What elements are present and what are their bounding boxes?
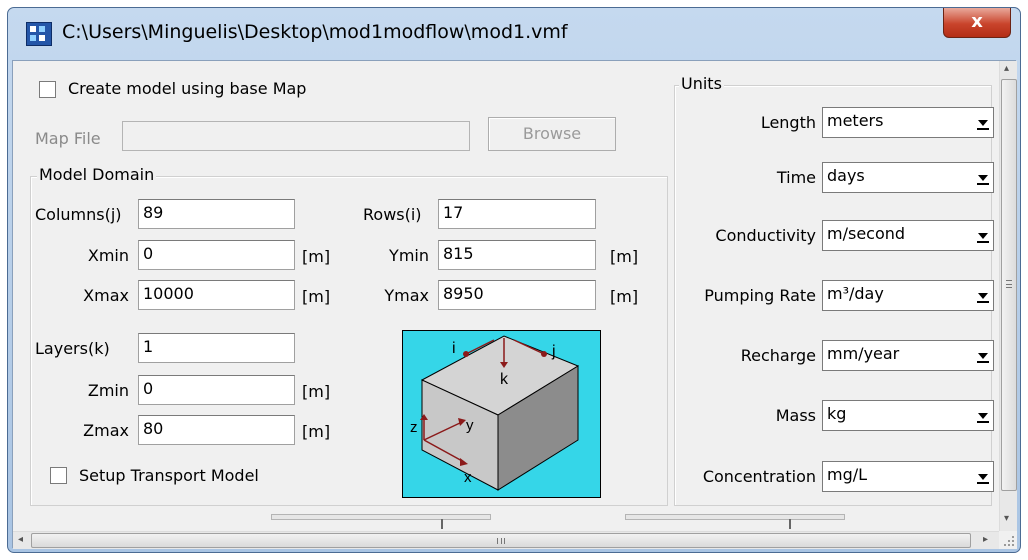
ymin-label: Ymin (389, 246, 429, 265)
units-length-label: Length (760, 113, 816, 132)
y-axis-label: y (466, 417, 474, 434)
horizontal-scroll-thumb[interactable] (31, 533, 971, 548)
vertical-scrollbar[interactable]: ▴ ▾ (999, 61, 1017, 531)
vertical-scroll-thumb[interactable] (1001, 79, 1017, 491)
model-domain-title: Model Domain (37, 165, 157, 184)
rows-input[interactable]: 17 (438, 199, 596, 229)
units-concentration-label: Concentration (702, 467, 816, 486)
ymin-input[interactable]: 815 (438, 240, 596, 270)
units-time-value: days (827, 166, 865, 185)
vertical-grip-icon (1006, 280, 1012, 288)
dialog-client-area: Create model using base Map Map File Bro… (12, 60, 1017, 549)
dropdown-arrow-icon[interactable] (973, 221, 993, 250)
window-title: C:\Users\Minguelis\Desktop\mod1modflow\m… (62, 21, 568, 43)
xmax-unit: [m] (302, 287, 331, 306)
scroll-down-arrow-icon[interactable]: ▾ (1004, 513, 1009, 524)
units-pumping-rate-label: Pumping Rate (704, 286, 816, 305)
units-length-select[interactable]: meters (822, 107, 994, 138)
close-icon: x (971, 11, 983, 32)
create-base-map-checkbox[interactable] (39, 81, 56, 98)
units-recharge-select[interactable]: mm/year (822, 340, 994, 371)
slider-track-left[interactable] (271, 514, 491, 520)
slider-tick-right (789, 519, 791, 529)
units-concentration-value: mg/L (827, 465, 868, 484)
units-conductivity-select[interactable]: m/second (822, 220, 994, 251)
ymax-label: Ymax (384, 286, 429, 305)
rows-label: Rows(i) (363, 205, 422, 224)
units-conductivity-value: m/second (827, 224, 906, 243)
units-title: Units (679, 74, 724, 93)
horizontal-grip-icon (497, 538, 505, 544)
dropdown-arrow-icon[interactable] (973, 108, 993, 137)
xmax-input[interactable]: 10000 (138, 280, 295, 310)
size-grip-icon[interactable] (999, 531, 1017, 549)
columns-label: Columns(j) (35, 205, 122, 224)
zmax-input[interactable]: 80 (138, 415, 295, 445)
app-icon (26, 22, 52, 46)
layers-label: Layers(k) (35, 339, 110, 358)
slider-track-right[interactable] (625, 514, 845, 520)
dropdown-arrow-icon[interactable] (973, 401, 993, 430)
application-window: C:\Users\Minguelis\Desktop\mod1modflow\m… (7, 7, 1021, 553)
units-recharge-label: Recharge (740, 346, 816, 365)
zmin-unit: [m] (302, 382, 331, 401)
map-file-label: Map File (35, 129, 101, 148)
units-mass-value: kg (827, 404, 847, 423)
xmax-label: Xmax (83, 286, 129, 305)
title-bar[interactable]: C:\Users\Minguelis\Desktop\mod1modflow\m… (8, 8, 1020, 60)
scroll-left-arrow-icon[interactable]: ◂ (18, 534, 23, 545)
units-time-label: Time (776, 168, 816, 187)
k-axis-label: k (500, 371, 509, 388)
create-base-map-label: Create model using base Map (68, 79, 307, 98)
units-pumping-rate-value: m³/day (827, 284, 884, 303)
scroll-up-arrow-icon[interactable]: ▴ (1004, 63, 1009, 74)
j-axis-label: j (551, 343, 556, 360)
zmax-label: Zmax (83, 421, 129, 440)
j-axis-arrowhead (541, 351, 547, 357)
units-mass-select[interactable]: kg (822, 400, 994, 431)
ymax-unit: [m] (610, 287, 639, 306)
horizontal-scrollbar[interactable]: ◂ ▸ (13, 531, 999, 549)
units-time-select[interactable]: days (822, 162, 994, 193)
zmax-unit: [m] (302, 422, 331, 441)
layers-input[interactable]: 1 (138, 333, 295, 363)
columns-input[interactable]: 89 (138, 199, 295, 229)
setup-transport-checkbox[interactable] (50, 467, 67, 484)
grid-axes-diagram: i j k z y x (402, 330, 601, 498)
x-axis-label: x (464, 469, 472, 486)
units-concentration-select[interactable]: mg/L (822, 461, 994, 492)
dropdown-arrow-icon[interactable] (973, 163, 993, 192)
zmin-label: Zmin (87, 381, 129, 400)
xmin-input[interactable]: 0 (138, 240, 295, 270)
scroll-right-arrow-icon[interactable]: ▸ (983, 534, 988, 545)
dropdown-arrow-icon[interactable] (973, 281, 993, 310)
z-axis-label: z (410, 419, 418, 436)
units-pumping-rate-select[interactable]: m³/day (822, 280, 994, 311)
slider-tick-left (441, 519, 443, 529)
i-axis-label: i (452, 340, 456, 357)
units-conductivity-label: Conductivity (715, 226, 816, 245)
browse-button[interactable]: Browse (488, 117, 616, 151)
i-axis-arrowhead (463, 351, 469, 357)
ymax-input[interactable]: 8950 (438, 280, 596, 310)
xmin-label: Xmin (87, 246, 129, 265)
zmin-input[interactable]: 0 (138, 375, 295, 405)
dropdown-arrow-icon[interactable] (973, 341, 993, 370)
xmin-unit: [m] (302, 247, 331, 266)
units-length-value: meters (827, 111, 884, 130)
units-mass-label: Mass (775, 406, 816, 425)
close-button[interactable]: x (943, 8, 1011, 38)
map-file-input[interactable] (122, 121, 470, 151)
dropdown-arrow-icon[interactable] (973, 462, 993, 491)
setup-transport-label: Setup Transport Model (79, 466, 259, 485)
units-recharge-value: mm/year (827, 344, 900, 363)
ymin-unit: [m] (610, 247, 639, 266)
